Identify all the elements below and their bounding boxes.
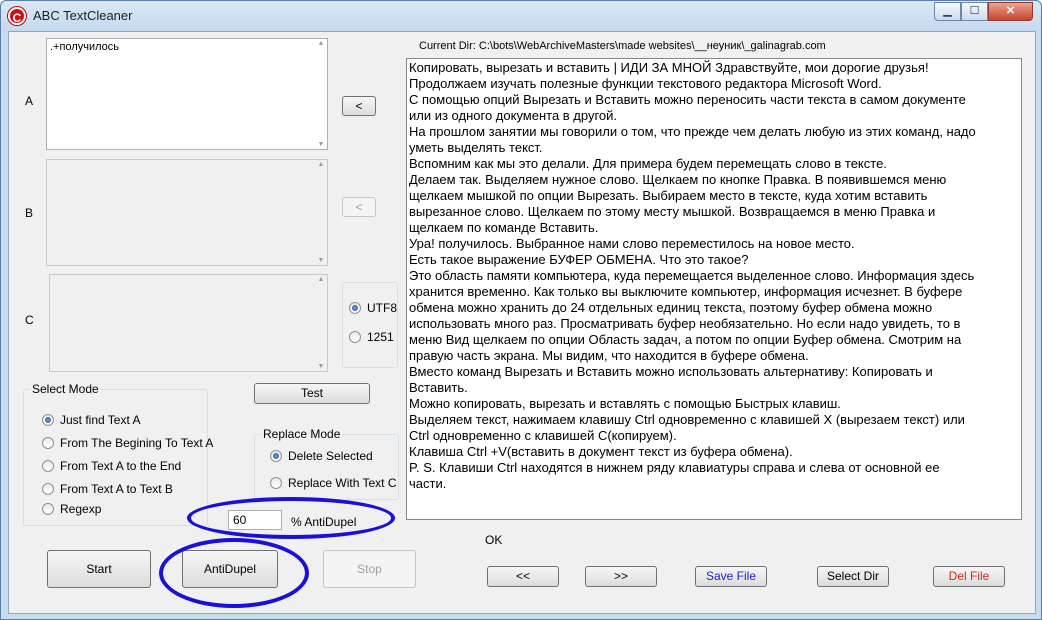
mode-begin-to-a-label: From The Begining To Text A <box>60 436 214 450</box>
main-text-line: P. S. Клавиши Ctrl находятся в нижнем ря… <box>409 460 940 475</box>
main-text-line: С помощью опций Вырезать и Вставить можн… <box>409 92 966 107</box>
main-text-line: части. <box>409 476 447 491</box>
minimize-button[interactable]: ▁ <box>934 2 961 21</box>
copy-to-b-button[interactable]: < <box>342 197 376 217</box>
replace-mode-title: Replace Mode <box>261 427 343 441</box>
main-text-line: обмена можно хранить до 24 отдельных еди… <box>409 300 933 315</box>
radio-delete-selected[interactable] <box>270 450 282 462</box>
del-file-button[interactable]: Del File <box>933 566 1005 587</box>
radio-begin-to-a[interactable] <box>42 437 54 449</box>
radio-regexp[interactable] <box>42 503 54 515</box>
radio-just-find[interactable] <box>42 414 54 426</box>
main-text-line: Делаем так. Выделяем нужное слово. Щелка… <box>409 172 947 187</box>
radio-replace-with-c[interactable] <box>270 477 282 489</box>
main-text-line: Ура! получилось. Выбранное нами слово пе… <box>409 236 855 251</box>
antidupel-percent-input[interactable]: 60 <box>228 510 282 530</box>
main-text-line: Копировать, вырезать и вставить | ИДИ ЗА… <box>409 60 929 75</box>
text-a-scrollbar[interactable]: ▲ ▼ <box>315 39 327 149</box>
field-c-label: C <box>25 313 34 327</box>
scroll-up-icon[interactable]: ▲ <box>316 40 326 47</box>
scroll-up-icon[interactable]: ▲ <box>316 276 326 283</box>
replace-with-c-label: Replace With Text C <box>288 476 397 490</box>
main-text-line: Вместо команд Вырезать и Вставить можно … <box>409 364 933 379</box>
radio-a-to-b[interactable] <box>42 483 54 495</box>
field-a-label: A <box>25 94 34 108</box>
main-text-line: щелкаем мышкой по опции Вырезать. Выбира… <box>409 188 928 203</box>
main-text-line: Есть такое выражение БУФЕР ОБМЕНА. Что э… <box>409 252 749 267</box>
replace-mode-group: Replace Mode Delete Selected Replace Wit… <box>254 427 399 500</box>
main-text-line: Вспомним как мы это делали. Для примера … <box>409 156 887 171</box>
mode-a-to-end-label: From Text A to the End <box>60 459 182 473</box>
mode-regexp-label: Regexp <box>60 502 102 516</box>
main-text-line: хранится временно. Как только вы выключи… <box>409 284 963 299</box>
window-title: ABC TextCleaner <box>33 8 133 23</box>
main-text-line: уметь выделять текст. <box>409 140 543 155</box>
encoding-utf8-label: UTF8 <box>367 301 397 315</box>
replace-delete-label: Delete Selected <box>288 449 373 463</box>
main-text-line: Выделяем текст, нажимаем клавишу Ctrl од… <box>409 412 965 427</box>
main-text-line: Вставить. <box>409 380 468 395</box>
main-text-line: правую часть экрана. Мы видим, что наход… <box>409 348 809 363</box>
main-text-line: Можно копировать, вырезать и вставлять с… <box>409 396 841 411</box>
close-button[interactable]: ✕ <box>988 2 1033 21</box>
app-window: C ABC TextCleaner ▁ ☐ ✕ A B C .+получило… <box>0 0 1042 620</box>
main-text-line: Клавиша Ctrl +V(вставить в документ текс… <box>409 444 793 459</box>
select-mode-title: Select Mode <box>30 382 101 396</box>
radio-a-to-end[interactable] <box>42 460 54 472</box>
encoding-1251-label: 1251 <box>367 330 394 344</box>
text-c-scrollbar[interactable]: ▲ ▼ <box>315 275 327 371</box>
field-b-label: B <box>25 206 34 220</box>
current-dir-label: Current Dir: C:\bots\WebArchiveMasters\m… <box>419 40 826 52</box>
scroll-down-icon[interactable]: ▼ <box>316 141 326 148</box>
scroll-down-icon[interactable]: ▼ <box>316 257 326 264</box>
copy-to-a-button[interactable]: < <box>342 96 376 116</box>
test-button[interactable]: Test <box>254 383 370 404</box>
scroll-up-icon[interactable]: ▲ <box>316 161 326 168</box>
text-a-value: .+получилось <box>50 41 119 53</box>
main-text-line: Это область памяти компьютера, куда пере… <box>409 268 975 283</box>
text-b-field[interactable]: ▲ ▼ <box>46 159 328 266</box>
main-text-line: Продолжаем изучать полезные функции текс… <box>409 76 882 91</box>
radio-utf8[interactable] <box>349 302 361 314</box>
text-a-field[interactable]: .+получилось ▲ ▼ <box>46 38 328 150</box>
main-text-line: щелкаем по команде Вставить. <box>409 220 599 235</box>
next-file-button[interactable]: >> <box>585 566 657 587</box>
main-text-line: Ctrl одновременно с клавишей С(копируем)… <box>409 428 677 443</box>
scroll-down-icon[interactable]: ▼ <box>316 363 326 370</box>
main-text-line: использовать много раз. Просматривать бу… <box>409 316 961 331</box>
mode-a-to-b-label: From Text A to Text B <box>60 482 173 496</box>
start-button[interactable]: Start <box>47 550 151 588</box>
radio-1251[interactable] <box>349 331 361 343</box>
text-b-scrollbar[interactable]: ▲ ▼ <box>315 160 327 265</box>
select-dir-button[interactable]: Select Dir <box>817 566 889 587</box>
maximize-button[interactable]: ☐ <box>961 2 988 21</box>
prev-file-button[interactable]: << <box>487 566 559 587</box>
main-text-line: вырезанное слово. Щелкаем по этому месту… <box>409 204 936 219</box>
app-logo-icon: C <box>8 7 26 25</box>
title-bar[interactable]: C ABC TextCleaner ▁ ☐ ✕ <box>1 1 1041 31</box>
antidupel-percent-label: % AntiDupel <box>291 515 357 529</box>
client-area: A B C .+получилось ▲ ▼ ▲ ▼ ▲ ▼ < < UTF8 … <box>8 31 1036 614</box>
select-mode-group: Select Mode Just find Text A From The Be… <box>23 382 213 526</box>
main-text-line: или из одного документа в другой. <box>409 108 618 123</box>
status-text: OK <box>485 533 503 547</box>
stop-button[interactable]: Stop <box>323 550 416 588</box>
main-text-line: меню Вид щелкаем по опции Область задач,… <box>409 332 962 347</box>
main-text-area[interactable]: Копировать, вырезать и вставить | ИДИ ЗА… <box>406 58 1022 520</box>
main-text-line: На прошлом занятии мы говорили о том, чт… <box>409 124 976 139</box>
antidupel-percent-value: 60 <box>233 513 247 527</box>
mode-just-find-label: Just find Text A <box>60 413 141 427</box>
antidupel-button[interactable]: AntiDupel <box>182 550 278 588</box>
encoding-group: UTF8 1251 <box>342 282 398 368</box>
save-file-button[interactable]: Save File <box>695 566 767 587</box>
text-c-field[interactable]: ▲ ▼ <box>49 274 328 372</box>
